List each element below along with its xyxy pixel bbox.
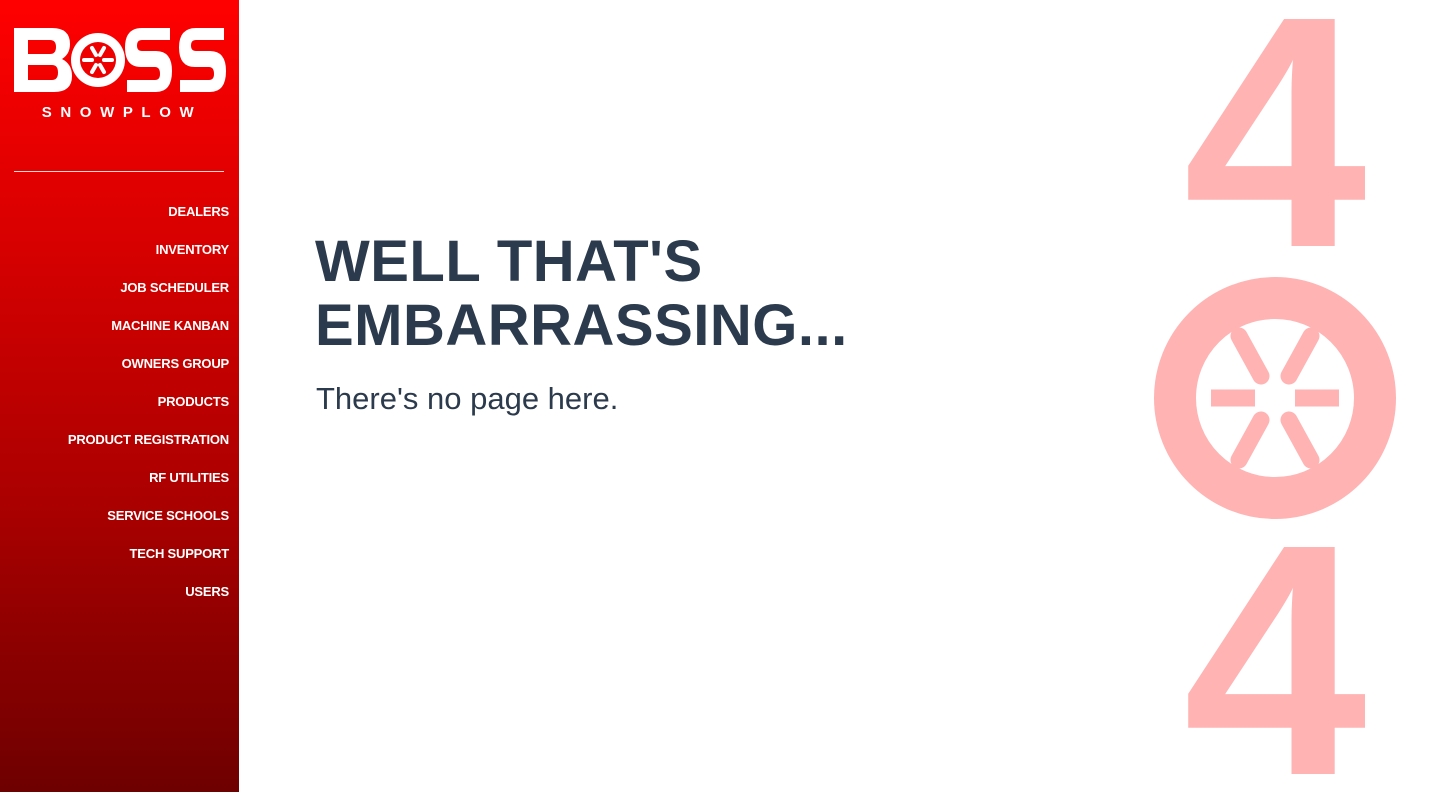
error-title: WELL THAT'S EMBARRASSING... [315,230,848,358]
sidebar-item-tech-support: TECH SUPPORT [0,544,230,582]
sidebar-item-machine-kanban: MACHINE KANBAN [0,316,229,354]
sidebar-link-tech-support[interactable]: TECH SUPPORT [130,546,230,561]
sidebar-link-products[interactable]: PRODUCTS [158,394,230,409]
sidebar-divider [14,171,224,172]
sidebar-item-inventory: INVENTORY [0,240,230,278]
logo-subtext: SNOWPLOW [41,104,203,121]
sidebar: SNOWPLOW DEALERS INVENTORY JOB SCHEDULER… [0,0,239,792]
sidebar-link-job-scheduler[interactable]: JOB SCHEDULER [120,280,229,295]
digit-four-top: 4 [1183,2,1367,262]
error-message: There's no page here. [316,381,619,416]
sidebar-nav: DEALERS INVENTORY JOB SCHEDULER MACHINE … [0,202,229,620]
sidebar-link-product-registration[interactable]: PRODUCT REGISTRATION [68,432,229,447]
boss-logo-mark [14,28,226,92]
sidebar-link-owners-group[interactable]: OWNERS GROUP [122,356,230,371]
sidebar-item-job-scheduler: JOB SCHEDULER [0,278,229,316]
error-404-graphic: 4 4 [1150,0,1400,792]
sidebar-link-dealers[interactable]: DEALERS [168,204,229,219]
sidebar-item-products: PRODUCTS [0,392,230,430]
sidebar-item-service-schools: SERVICE SCHOOLS [0,506,229,544]
error-title-line2: EMBARRASSING... [315,293,848,358]
sidebar-link-service-schools[interactable]: SERVICE SCHOOLS [107,508,229,523]
sidebar-link-rf-utilities[interactable]: RF UTILITIES [149,470,229,485]
boss-wheel-icon [1154,277,1396,519]
sidebar-item-users: USERS [0,582,229,620]
digit-four-bottom: 4 [1183,530,1367,790]
sidebar-item-dealers: DEALERS [0,202,229,240]
error-title-line1: WELL THAT'S [315,229,703,294]
sidebar-item-rf-utilities: RF UTILITIES [0,468,229,506]
sidebar-item-owners-group: OWNERS GROUP [0,354,230,392]
sidebar-link-inventory[interactable]: INVENTORY [156,242,230,257]
sidebar-item-product-registration: PRODUCT REGISTRATION [0,430,229,468]
sidebar-link-users[interactable]: USERS [185,584,229,599]
sidebar-link-machine-kanban[interactable]: MACHINE KANBAN [111,318,229,333]
page: SNOWPLOW DEALERS INVENTORY JOB SCHEDULER… [0,0,1437,792]
boss-snowplow-logo[interactable]: SNOWPLOW [12,26,226,126]
